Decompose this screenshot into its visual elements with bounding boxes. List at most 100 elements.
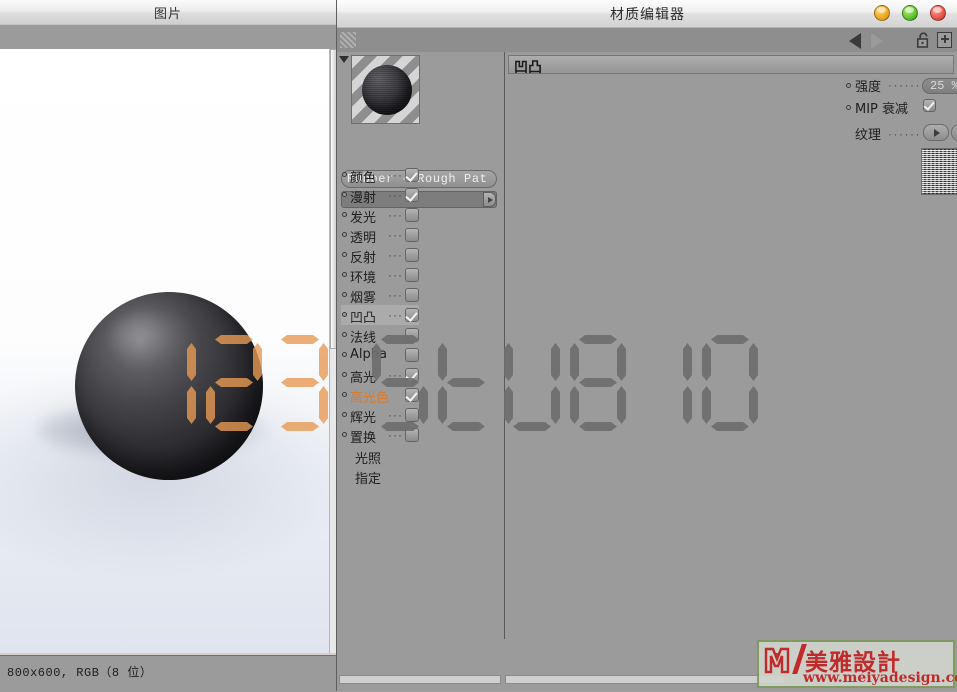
channel-label: 置换	[350, 431, 377, 446]
toolbar-grip-handle[interactable]	[340, 32, 356, 48]
preview-sphere	[362, 65, 412, 115]
channel-leader-dots: ···	[388, 308, 403, 322]
channel-label: 环境	[350, 271, 377, 286]
channel-checkbox[interactable]	[405, 348, 419, 362]
channel-label: 凹凸	[350, 311, 377, 326]
material-preview-swatch[interactable]	[351, 55, 420, 124]
image-status-text: 800x600, RGB（8 位）	[7, 666, 153, 680]
channel-checkbox[interactable]	[405, 388, 419, 402]
channel-panel-hscrollbar[interactable]	[339, 675, 501, 684]
material-editor-titlebar[interactable]: 材质编辑器	[337, 0, 957, 28]
section-title: 凹凸	[514, 60, 542, 76]
channel-row-1[interactable]: 漫射 ···	[341, 185, 419, 206]
channel-leader-dots: ···	[388, 428, 403, 442]
strength-value-field[interactable]: 25 %	[922, 78, 957, 94]
channel-static-item-1[interactable]: 指定	[355, 468, 381, 487]
channel-checkbox[interactable]	[405, 408, 419, 422]
channel-row-6[interactable]: 烟雾 ···	[341, 285, 419, 306]
close-button[interactable]	[930, 5, 946, 21]
channel-leader-dots: ···	[388, 268, 403, 282]
texture-value-field[interactable]: 图层	[951, 124, 957, 141]
screen-root: 图片 800x600, RGB（8 位） 材质编辑器 Rubber Rough …	[0, 0, 957, 692]
channel-row-10[interactable]: 高光 ···	[341, 365, 419, 386]
channel-checkbox[interactable]	[405, 168, 419, 182]
channel-label: 透明	[350, 231, 377, 246]
channel-checkbox[interactable]	[405, 288, 419, 302]
channel-static-item-0[interactable]: 光照	[355, 448, 381, 467]
channel-row-13[interactable]: 置换 ···	[341, 425, 419, 446]
material-channel-panel: Rubber - Rough Pat 颜色···漫射···发光···透明···反…	[337, 52, 505, 639]
render-sphere	[75, 292, 263, 480]
channel-row-0[interactable]: 颜色 ···	[341, 165, 419, 186]
maximize-button[interactable]	[902, 5, 918, 21]
channel-radio-dot[interactable]	[342, 232, 347, 237]
section-header: 凹凸	[508, 55, 954, 76]
channel-row-3[interactable]: 透明 ···	[341, 225, 419, 246]
channel-leader-dots: ···	[388, 208, 403, 222]
channel-radio-dot[interactable]	[342, 432, 347, 437]
channel-leader-dots: ···	[388, 368, 403, 382]
channel-label: 高光色	[350, 391, 390, 406]
channel-radio-dot[interactable]	[342, 252, 347, 257]
mip-checkbox[interactable]	[923, 99, 936, 112]
channel-leader-dots: ···	[388, 168, 403, 182]
texture-label: 纹理	[855, 128, 882, 143]
chevron-down-icon[interactable]	[339, 56, 349, 63]
texture-dropdown-button[interactable]	[923, 124, 949, 141]
channel-row-7[interactable]: 凹凸 ···	[341, 305, 419, 326]
channel-radio-dot[interactable]	[342, 412, 347, 417]
channel-checkbox[interactable]	[405, 268, 419, 282]
channel-row-4[interactable]: 反射 ···	[341, 245, 419, 266]
channel-checkbox[interactable]	[405, 368, 419, 382]
forward-arrow-icon[interactable]	[871, 33, 883, 49]
image-canvas[interactable]	[0, 49, 329, 653]
channel-checkbox[interactable]	[405, 188, 419, 202]
scrollbar-right-arrow[interactable]	[483, 192, 496, 207]
settings-panel-hscrollbar[interactable]	[505, 675, 785, 684]
add-box-icon[interactable]	[937, 32, 952, 48]
minimize-button[interactable]	[874, 5, 890, 21]
material-editor-toolbar	[337, 27, 957, 54]
channel-radio-dot[interactable]	[342, 332, 347, 337]
channel-label: 辉光	[350, 411, 377, 426]
channel-radio-dot[interactable]	[342, 372, 347, 377]
channel-radio-dot[interactable]	[342, 352, 347, 357]
mip-label: MIP 衰减	[855, 102, 909, 117]
channel-checkbox[interactable]	[405, 308, 419, 322]
channel-row-11[interactable]: 高光色	[341, 385, 419, 406]
channel-radio-dot[interactable]	[342, 392, 347, 397]
back-arrow-icon[interactable]	[849, 33, 861, 49]
mip-radio-dot[interactable]	[846, 105, 851, 110]
channel-leader-dots: ···	[388, 328, 403, 342]
channel-radio-dot[interactable]	[342, 272, 347, 277]
channel-row-12[interactable]: 辉光 ···	[341, 405, 419, 426]
channel-radio-dot[interactable]	[342, 192, 347, 197]
channel-radio-dot[interactable]	[342, 172, 347, 177]
channel-row-8[interactable]: 法线 ···	[341, 325, 419, 346]
channel-checkbox[interactable]	[405, 208, 419, 222]
texture-thumbnail[interactable]	[921, 148, 957, 195]
channel-label: 高光	[350, 371, 377, 386]
channel-checkbox[interactable]	[405, 248, 419, 262]
channel-radio-dot[interactable]	[342, 312, 347, 317]
strength-radio-dot[interactable]	[846, 83, 851, 88]
lock-open-icon[interactable]	[917, 32, 930, 48]
watermark-meiyadesign: 美雅設計 www.meiyadesign.com	[757, 640, 957, 688]
strength-value-text: 25 %	[930, 79, 957, 93]
channel-row-9[interactable]: Alpha	[341, 345, 419, 365]
channel-checkbox[interactable]	[405, 228, 419, 242]
channel-radio-dot[interactable]	[342, 212, 347, 217]
channel-checkbox[interactable]	[405, 328, 419, 342]
image-window-titlebar[interactable]: 图片	[0, 0, 336, 25]
texture-leader-dots: ······	[888, 127, 921, 141]
image-window-toolbar[interactable]	[0, 24, 336, 50]
channel-leader-dots: ···	[388, 248, 403, 262]
channel-checkbox[interactable]	[405, 428, 419, 442]
strength-leader-dots: ······	[888, 78, 921, 92]
channel-row-2[interactable]: 发光 ···	[341, 205, 419, 226]
channel-row-5[interactable]: 环境 ···	[341, 265, 419, 286]
channel-radio-dot[interactable]	[342, 292, 347, 297]
channel-leader-dots: ···	[388, 288, 403, 302]
channel-label: 烟雾	[350, 291, 377, 306]
channel-leader-dots: ···	[388, 188, 403, 202]
